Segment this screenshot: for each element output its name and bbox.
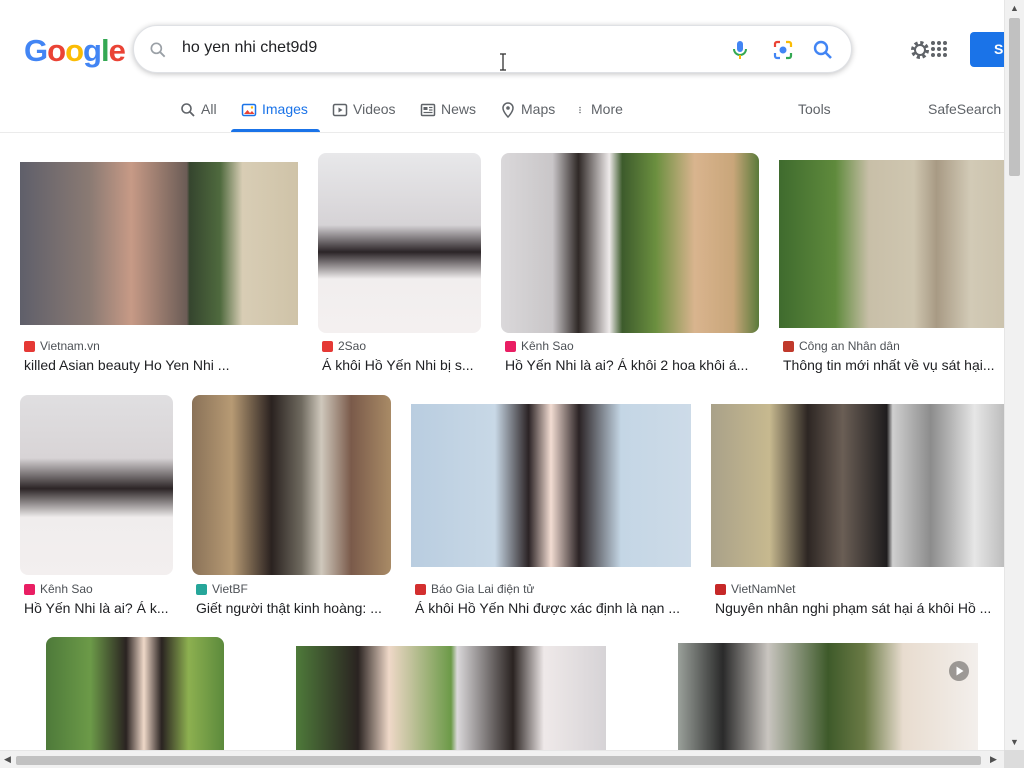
text-cursor-icon bbox=[500, 53, 506, 71]
result-title[interactable]: Á khôi Hồ Yến Nhi bị s... bbox=[322, 357, 482, 373]
result-thumbnail[interactable] bbox=[20, 395, 173, 575]
tab-label: SafeSearch bbox=[928, 101, 1002, 117]
result-thumbnail[interactable] bbox=[711, 404, 1004, 567]
logo-letter: G bbox=[24, 33, 48, 68]
result-source[interactable]: 2Sao bbox=[322, 339, 366, 353]
scroll-up-icon[interactable]: ▲ bbox=[1010, 3, 1019, 13]
result-title[interactable]: killed Asian beauty Ho Yen Nhi ... bbox=[24, 357, 300, 373]
tab-more[interactable]: More bbox=[578, 101, 623, 132]
news-icon bbox=[420, 103, 436, 117]
result-title[interactable]: Thông tin mới nhất về vụ sát hại... bbox=[783, 357, 1001, 373]
tab-label: Maps bbox=[521, 101, 556, 117]
microphone-icon[interactable] bbox=[728, 38, 752, 62]
tools-button[interactable]: Tools bbox=[798, 101, 831, 132]
source-name: Báo Gia Lai điện tử bbox=[431, 582, 535, 596]
video-icon bbox=[332, 103, 348, 117]
logo-letter: o bbox=[65, 33, 84, 68]
source-favicon-icon bbox=[24, 583, 35, 595]
play-icon bbox=[949, 661, 969, 681]
source-name: 2Sao bbox=[338, 339, 367, 353]
result-source[interactable]: Công an Nhân dân bbox=[783, 339, 900, 353]
scrollbar-thumb[interactable] bbox=[16, 756, 981, 765]
google-logo[interactable]: Google bbox=[24, 33, 126, 69]
tab-label: Images bbox=[262, 101, 308, 117]
kebab-icon bbox=[579, 106, 581, 114]
search-submit-icon[interactable] bbox=[811, 38, 835, 62]
result-thumbnail[interactable] bbox=[20, 162, 298, 325]
source-favicon-icon bbox=[196, 583, 207, 595]
result-source[interactable]: Báo Gia Lai điện tử bbox=[415, 582, 534, 596]
result-title[interactable]: Nguyên nhân nghi phạm sát hại á khôi Hồ … bbox=[715, 600, 1001, 616]
result-source[interactable]: Vietnam.vn bbox=[24, 339, 100, 353]
apps-grid-icon[interactable] bbox=[930, 40, 948, 58]
result-thumbnail[interactable] bbox=[501, 153, 759, 333]
search-input[interactable]: ho yen nhi chet9d9 bbox=[182, 39, 317, 57]
tab-videos[interactable]: Videos bbox=[332, 101, 396, 132]
source-favicon-icon bbox=[783, 340, 794, 352]
logo-letter: g bbox=[83, 33, 102, 68]
vertical-scrollbar[interactable]: ▲ ▼ bbox=[1004, 0, 1024, 750]
result-thumbnail[interactable] bbox=[296, 646, 606, 750]
result-source[interactable]: VietBF bbox=[196, 582, 248, 596]
logo-letter: l bbox=[100, 33, 110, 68]
search-icon bbox=[181, 103, 195, 117]
source-favicon-icon bbox=[715, 583, 726, 595]
source-name: Kênh Sao bbox=[521, 339, 574, 353]
tab-label: All bbox=[201, 101, 217, 117]
gear-icon[interactable] bbox=[908, 38, 932, 62]
source-favicon-icon bbox=[24, 340, 35, 352]
result-title[interactable]: Hồ Yến Nhi là ai? Á khôi 2 hoa khôi á... bbox=[505, 357, 755, 373]
result-title[interactable]: Giết người thật kinh hoàng: ... bbox=[196, 600, 388, 616]
result-thumbnail[interactable] bbox=[318, 153, 481, 333]
source-favicon-icon bbox=[322, 340, 333, 352]
search-tabs: All Images Videos News Maps More Tools S… bbox=[0, 92, 1004, 132]
result-title[interactable]: Hồ Yến Nhi là ai? Á k... bbox=[24, 600, 170, 616]
tab-label: Tools bbox=[798, 101, 831, 117]
logo-letter: e bbox=[108, 33, 126, 68]
search-icon bbox=[150, 42, 166, 58]
source-name: VietNamNet bbox=[731, 582, 796, 596]
source-favicon-icon bbox=[505, 340, 516, 352]
scroll-left-icon[interactable]: ◀ bbox=[4, 754, 11, 765]
source-name: Kênh Sao bbox=[40, 582, 93, 596]
result-thumbnail[interactable] bbox=[779, 160, 1004, 328]
result-thumbnail[interactable] bbox=[678, 643, 978, 750]
result-thumbnail[interactable] bbox=[46, 637, 224, 750]
image-icon bbox=[241, 103, 257, 117]
scroll-down-icon[interactable]: ▼ bbox=[1010, 737, 1019, 747]
tab-all[interactable]: All bbox=[180, 101, 217, 132]
result-thumbnail[interactable] bbox=[192, 395, 391, 575]
horizontal-scrollbar[interactable]: ◀ ▶ bbox=[0, 750, 1004, 768]
tab-news[interactable]: News bbox=[420, 101, 476, 132]
scroll-right-icon[interactable]: ▶ bbox=[990, 754, 997, 765]
tab-label: News bbox=[441, 101, 477, 117]
source-favicon-icon bbox=[415, 583, 426, 595]
logo-letter: o bbox=[47, 33, 66, 68]
map-pin-icon bbox=[502, 102, 514, 118]
source-name: VietBF bbox=[212, 582, 248, 596]
result-source[interactable]: Kênh Sao bbox=[24, 582, 93, 596]
result-title[interactable]: Á khôi Hồ Yến Nhi được xác định là nạn .… bbox=[415, 600, 691, 616]
source-name: Vietnam.vn bbox=[40, 339, 100, 353]
tab-label: More bbox=[591, 101, 623, 117]
tab-maps[interactable]: Maps bbox=[500, 101, 555, 132]
result-source[interactable]: VietNamNet bbox=[715, 582, 795, 596]
search-box[interactable]: ho yen nhi chet9d9 bbox=[133, 25, 852, 73]
google-image-search-page: { "logo": { "letters": ["G","o","o","g",… bbox=[0, 0, 1024, 768]
scrollbar-corner bbox=[1004, 750, 1024, 768]
safesearch-button[interactable]: SafeSearch bbox=[928, 101, 1001, 132]
tab-label: Videos bbox=[353, 101, 396, 117]
header-divider bbox=[0, 132, 1004, 133]
scrollbar-thumb[interactable] bbox=[1009, 18, 1020, 176]
result-thumbnail[interactable] bbox=[411, 404, 691, 567]
source-name: Công an Nhân dân bbox=[799, 339, 900, 353]
tab-images[interactable]: Images bbox=[231, 101, 320, 132]
google-lens-icon[interactable] bbox=[771, 38, 795, 62]
result-source[interactable]: Kênh Sao bbox=[505, 339, 574, 353]
